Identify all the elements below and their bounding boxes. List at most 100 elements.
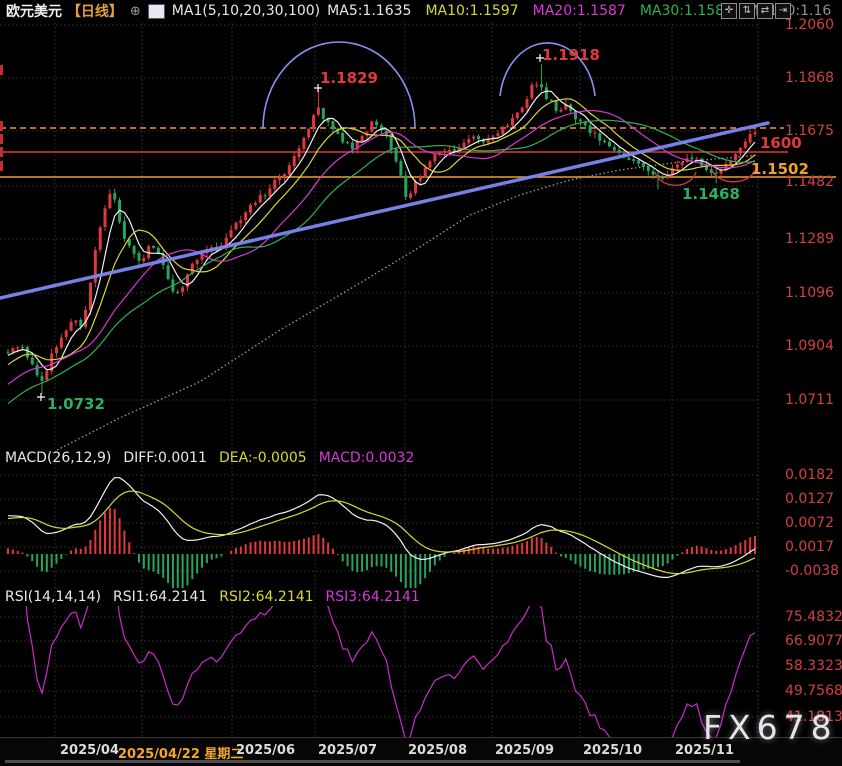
candle xyxy=(312,115,315,129)
price-axis-label: 1.1289 xyxy=(785,231,834,247)
axis-zoom-horizontal-icon[interactable]: ⇄ xyxy=(757,3,773,19)
candle xyxy=(293,156,296,166)
candle xyxy=(477,136,480,139)
extreme-cross-marker xyxy=(37,393,45,401)
candle xyxy=(429,161,432,167)
rsi-axis-label: 58.3323 xyxy=(785,658,842,674)
candle xyxy=(138,253,141,261)
candle xyxy=(637,160,640,163)
time-axis-label: 2025/09 xyxy=(495,743,554,758)
candle xyxy=(302,138,305,149)
time-axis-label: 2025/04 xyxy=(60,743,119,758)
candle xyxy=(661,178,664,179)
candle xyxy=(167,265,170,279)
candle xyxy=(506,126,509,128)
macd-value-label: MACD:0.0032 xyxy=(319,450,415,466)
candle xyxy=(399,161,402,176)
trend-line[interactable] xyxy=(0,123,768,298)
candle xyxy=(278,177,281,180)
left-edge-tick xyxy=(0,161,3,171)
candle xyxy=(74,321,77,323)
candle xyxy=(21,347,24,348)
candle xyxy=(142,258,145,261)
macd-axis-label: 0.0182 xyxy=(785,467,834,483)
chart-header: 欧元美元 【日线】 ⊕ MA1(5,10,20,30,100) MA5:1.16… xyxy=(6,2,842,20)
macd-axis-label: -0.0038 xyxy=(785,563,839,579)
candle xyxy=(7,352,10,353)
symbol-title: 欧元美元 【日线】 xyxy=(6,1,123,21)
ma100-line xyxy=(57,155,758,450)
period-label: 【日线】 xyxy=(67,4,123,20)
candle xyxy=(676,165,679,168)
ma-legend-item: MA20:1.1587 xyxy=(533,3,626,19)
pan-crosshair-icon[interactable]: ✛ xyxy=(721,3,737,19)
candle xyxy=(501,128,504,135)
candle xyxy=(45,371,48,380)
candle xyxy=(448,150,451,151)
rsi-header: RSI(14,14,14) RSI1:64.2141RSI2:64.2141RS… xyxy=(5,589,420,605)
ma-legend-item: MA10:1.1597 xyxy=(425,3,518,19)
time-axis-label: 2025/06 xyxy=(236,743,295,758)
candle xyxy=(642,163,645,167)
macd-axis-label: 0.0072 xyxy=(785,515,834,531)
candle xyxy=(492,136,495,138)
price-axis-label: 1.0904 xyxy=(785,338,834,354)
candle xyxy=(419,177,422,181)
price-annotation: 1.1918 xyxy=(542,46,600,64)
candle xyxy=(433,154,436,161)
candle xyxy=(288,165,291,174)
chart-canvas xyxy=(0,0,842,766)
price-annotation: 1.1829 xyxy=(320,69,378,87)
scroll-to-latest-icon[interactable]: ⇥ xyxy=(775,3,791,19)
macd-title: MACD(26,12,9) xyxy=(5,450,111,466)
candle xyxy=(690,158,693,160)
candle xyxy=(89,283,92,311)
macd-value-label: DIFF:0.0011 xyxy=(123,450,207,466)
candle xyxy=(608,142,611,147)
candle xyxy=(254,203,257,205)
candle xyxy=(744,142,747,148)
candle xyxy=(341,133,344,142)
candle xyxy=(652,171,655,174)
candle xyxy=(618,150,621,153)
candle xyxy=(41,376,44,381)
link-icon[interactable]: ⊕ xyxy=(130,4,141,19)
candle xyxy=(589,126,592,133)
candle xyxy=(11,348,14,352)
candle xyxy=(259,195,262,202)
macd-axis-label: 0.0017 xyxy=(785,539,834,555)
candle xyxy=(317,108,320,115)
candle xyxy=(734,154,737,160)
candle xyxy=(332,121,335,129)
candle xyxy=(108,194,111,208)
candle xyxy=(695,158,698,159)
candle xyxy=(244,212,247,220)
chart-type-icon[interactable] xyxy=(148,4,165,19)
horizontal-scrollbar[interactable] xyxy=(5,760,740,763)
candle xyxy=(123,221,126,239)
candle xyxy=(463,143,466,148)
chart-toolbar: ✛⇅⇄⇥ xyxy=(721,3,791,19)
candle xyxy=(104,208,107,227)
price-line-label: 1.1502 xyxy=(751,160,809,178)
price-line-label: 1600 xyxy=(760,134,802,152)
price-series-layer xyxy=(7,64,759,450)
candle xyxy=(26,347,29,357)
candle xyxy=(603,141,606,142)
candle xyxy=(715,173,718,174)
candle xyxy=(535,85,538,86)
candle xyxy=(84,310,87,328)
bottom-circle-annotation[interactable] xyxy=(712,170,755,182)
candle xyxy=(322,108,325,119)
axis-zoom-vertical-icon[interactable]: ⇅ xyxy=(739,3,755,19)
rsi-axis-label: 75.4832 xyxy=(785,609,842,625)
rsi-value-label: RSI1:64.2141 xyxy=(113,589,207,605)
candle xyxy=(395,149,398,162)
candle xyxy=(370,122,373,132)
watermark: FX678 xyxy=(703,708,838,747)
candle xyxy=(496,133,499,136)
left-edge-tick xyxy=(0,147,3,157)
candle xyxy=(60,338,63,348)
candle xyxy=(152,246,155,248)
ma-settings-label: MA1(5,10,20,30,100) xyxy=(172,3,320,19)
